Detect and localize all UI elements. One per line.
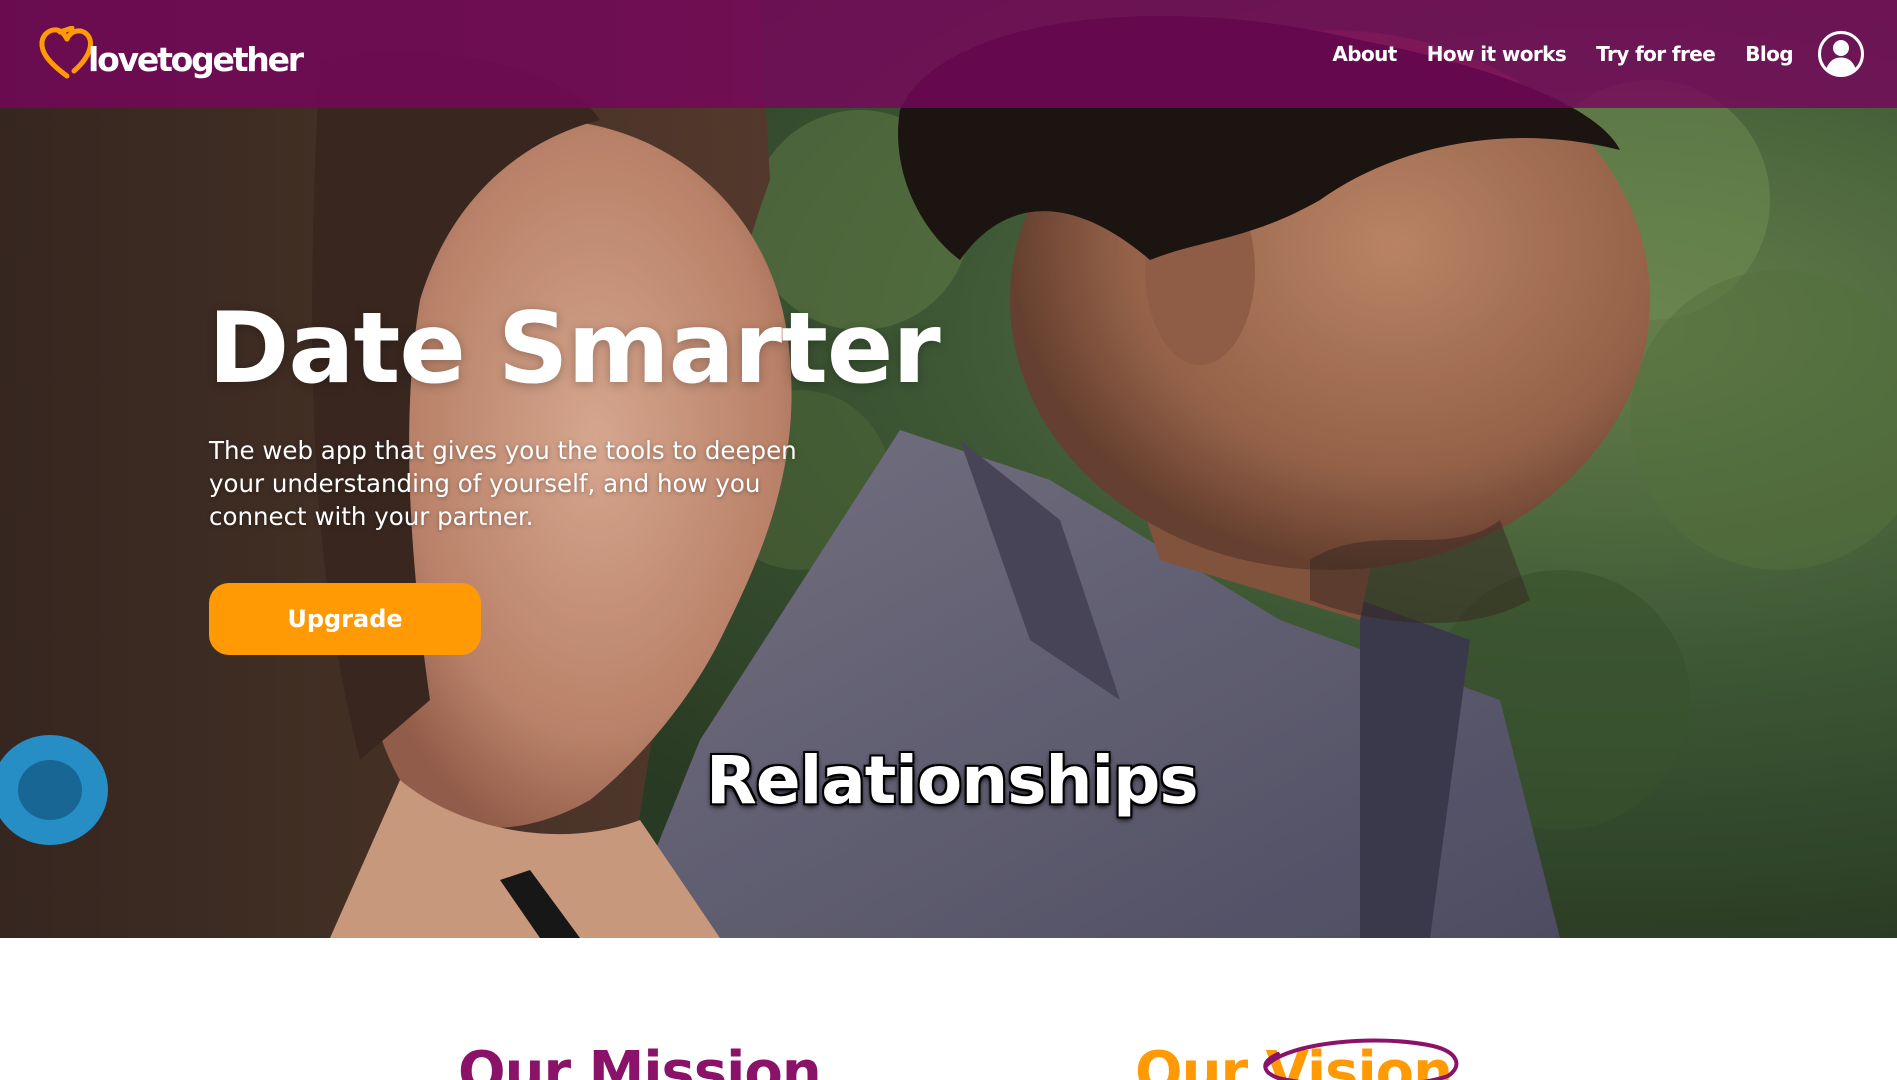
vision-heading-word: Vision — [1262, 1038, 1458, 1080]
main-nav: About How it works Try for free Blog — [1332, 42, 1793, 66]
nav-blog[interactable]: Blog — [1745, 42, 1793, 66]
hero-title: Date Smarter — [208, 292, 941, 406]
logo[interactable]: lovetogether — [38, 26, 304, 82]
site-header: lovetogether About How it works Try for … — [0, 0, 1897, 108]
user-account-icon[interactable] — [1817, 30, 1865, 78]
hero-section: Date Smarter The web app that gives you … — [0, 0, 1897, 938]
vision-heading-prefix: Our — [1135, 1040, 1248, 1080]
logo-text: lovetogether — [88, 39, 304, 79]
nav-about[interactable]: About — [1332, 42, 1397, 66]
mission-heading: Our Mission — [458, 1040, 822, 1080]
video-caption: Relationships — [706, 742, 1199, 819]
nav-try-for-free[interactable]: Try for free — [1596, 42, 1716, 66]
scribble-underline-icon — [1262, 1038, 1458, 1080]
upgrade-button[interactable]: Upgrade — [209, 583, 481, 655]
nav-how-it-works[interactable]: How it works — [1427, 42, 1567, 66]
hero-description: The web app that gives you the tools to … — [209, 436, 797, 531]
vision-heading: Our Vision — [1135, 1038, 1458, 1080]
